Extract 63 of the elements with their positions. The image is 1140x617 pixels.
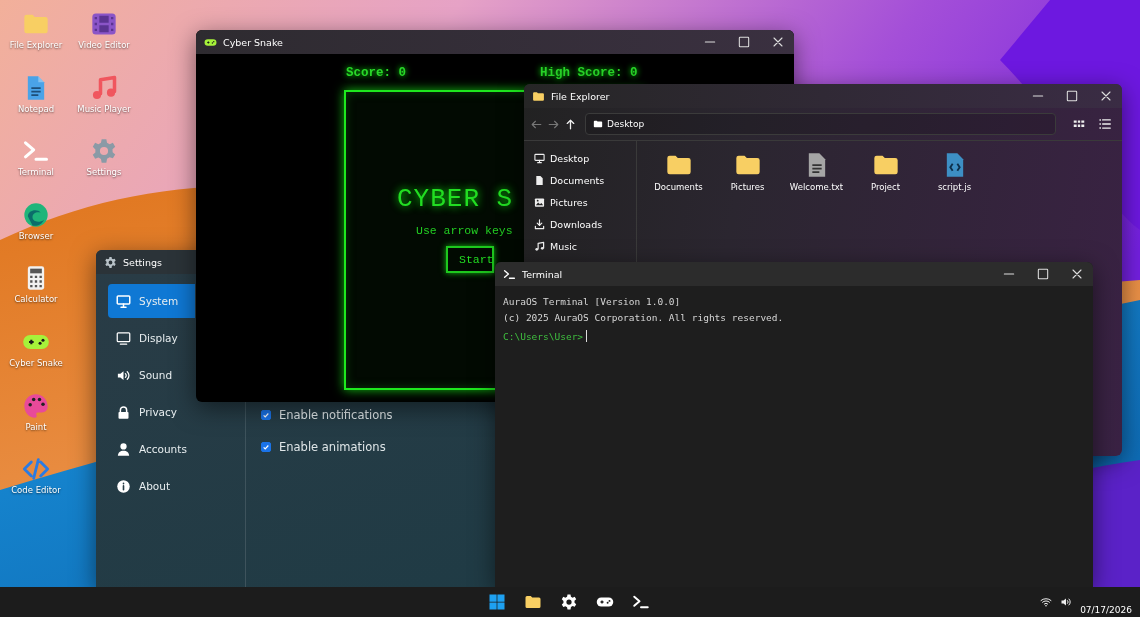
- terminal-prompt: C:\Users\User>: [503, 330, 584, 342]
- maximize-button[interactable]: [736, 34, 752, 50]
- terminal-output: AuraOS Terminal [Version 1.0.0]: [503, 295, 682, 309]
- window-title: File Explorer: [551, 90, 610, 102]
- terminal-icon: [503, 267, 516, 281]
- download-icon: [534, 218, 545, 230]
- shortcut-label[interactable]: Code Editor: [11, 485, 61, 496]
- image-icon: [534, 196, 545, 208]
- maximize-button[interactable]: [1035, 266, 1051, 282]
- sidebar-item[interactable]: Privacy: [108, 395, 195, 429]
- monitor-icon: [116, 330, 131, 346]
- start-button[interactable]: Start: [446, 246, 494, 273]
- address-bar[interactable]: Desktop: [585, 113, 1056, 135]
- score-label: High Score: 0: [540, 66, 638, 80]
- sidebar-item[interactable]: Downloads: [534, 215, 636, 233]
- checkbox[interactable]: [261, 442, 271, 452]
- monitor-icon: [534, 152, 545, 164]
- maximize-button[interactable]: [1064, 88, 1080, 104]
- arrow-up-icon[interactable]: [564, 117, 577, 131]
- sidebar-item[interactable]: Music: [534, 237, 636, 255]
- option-label: Enable animations: [279, 440, 386, 454]
- monitor-icon: [116, 293, 131, 309]
- terminal-output: (c) 2025 AuraOS Corporation. All rights reserved.: [503, 311, 785, 325]
- sidebar-item[interactable]: Desktop: [534, 149, 636, 167]
- checkbox[interactable]: [261, 410, 271, 420]
- folder-icon: [593, 119, 603, 129]
- sidebar-item[interactable]: Pictures: [534, 193, 636, 211]
- window-title: Settings: [123, 256, 162, 268]
- browser-icon[interactable]: [22, 200, 50, 229]
- score-label: Score: 0: [346, 66, 406, 80]
- sidebar-item[interactable]: Sound: [108, 358, 195, 392]
- folder-icon: [532, 89, 545, 103]
- text-cursor: [586, 330, 588, 342]
- palette-icon[interactable]: [22, 391, 50, 420]
- file-name[interactable]: script.js: [937, 182, 972, 192]
- list-view-icon[interactable]: [1098, 117, 1112, 131]
- date-label: 07/17/2026: [1080, 605, 1132, 615]
- sidebar-item[interactable]: Accounts: [108, 432, 195, 466]
- file-name[interactable]: Welcome.txt: [789, 182, 844, 192]
- game-title: CYBER S: [397, 184, 514, 214]
- user-icon: [116, 441, 131, 457]
- volume-icon[interactable]: [1060, 596, 1073, 608]
- lock-icon: [116, 404, 131, 420]
- sidebar-item[interactable]: About: [108, 469, 195, 503]
- sidebar-item[interactable]: System: [108, 284, 195, 318]
- window-title: Terminal: [522, 268, 563, 280]
- file-name[interactable]: Project: [870, 182, 901, 192]
- game-hint: Use arrow keys: [416, 224, 513, 237]
- sidebar-item[interactable]: Documents: [534, 171, 636, 189]
- file-name[interactable]: Documents: [654, 182, 703, 192]
- file-name[interactable]: Pictures: [730, 182, 765, 192]
- music-note-icon: [534, 240, 545, 252]
- gear-icon: [104, 255, 117, 269]
- folder-icon[interactable]: [524, 593, 542, 611]
- gear-icon[interactable]: [560, 593, 578, 611]
- document-icon: [534, 174, 545, 186]
- info-icon: [116, 478, 131, 494]
- sidebar-item[interactable]: Display: [108, 321, 195, 355]
- window-title: Cyber Snake: [223, 36, 283, 48]
- wifi-icon[interactable]: [1040, 596, 1053, 608]
- option-label: Enable notifications: [279, 408, 393, 422]
- terminal-icon[interactable]: [632, 593, 650, 611]
- start-menu-icon[interactable]: [488, 593, 506, 611]
